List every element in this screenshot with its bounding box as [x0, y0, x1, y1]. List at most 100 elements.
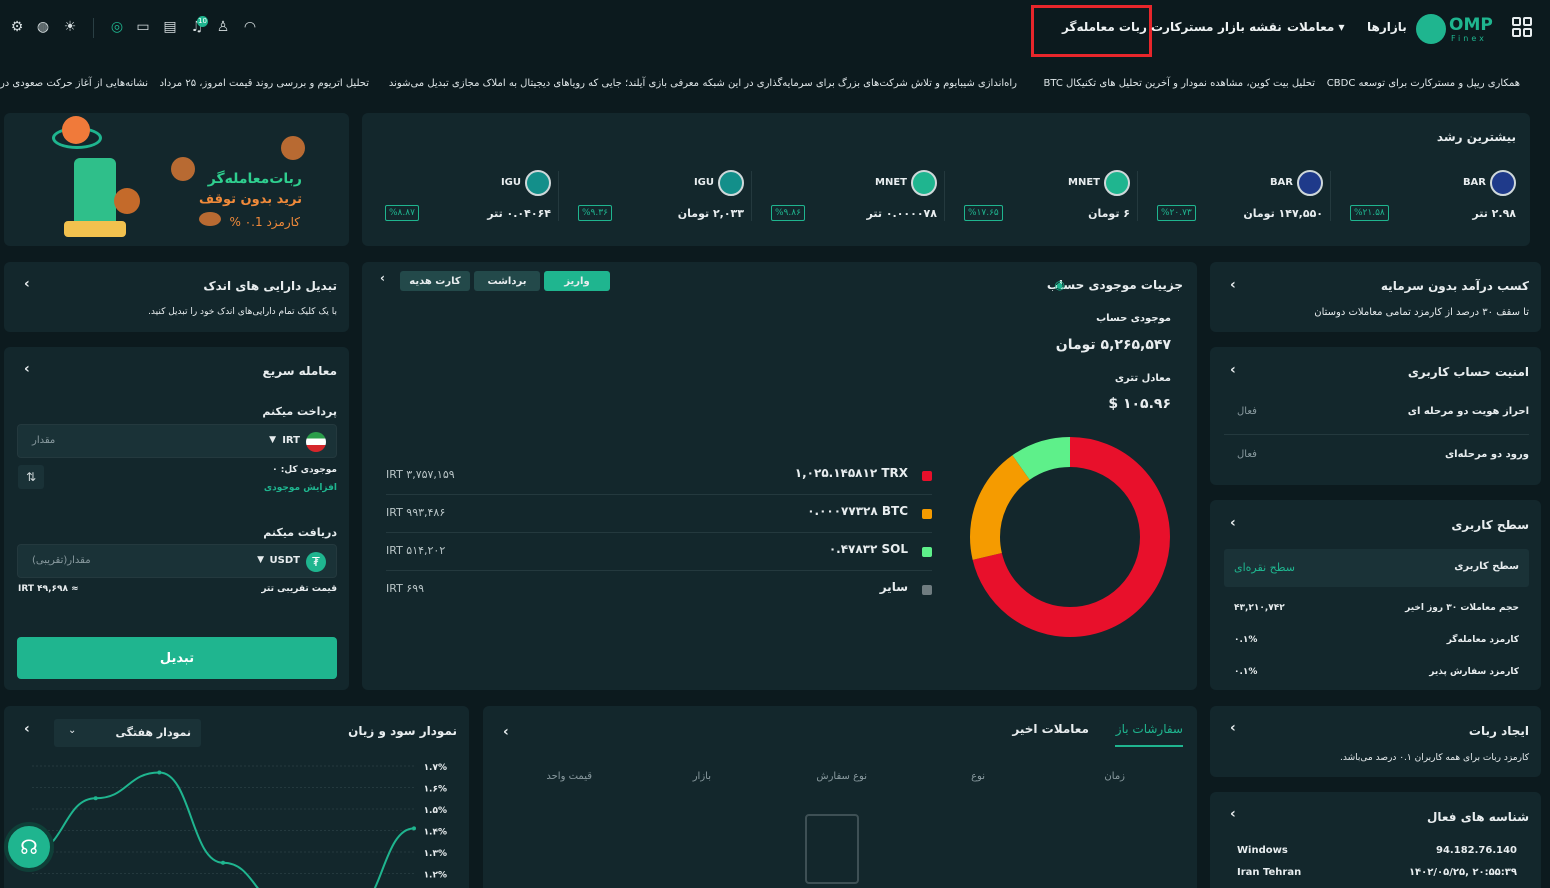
ticker-item[interactable]: همکاری ریپل و مسترکارت برای توسعه CBDC: [1327, 78, 1520, 89]
chevron-left-icon[interactable]: ‹: [24, 361, 30, 377]
create-robot-card[interactable]: ایجاد ربات کارمزد ربات برای همه کاربران …: [1210, 706, 1541, 777]
session-location: Iran Tehran: [1237, 867, 1302, 878]
tab-gift-card[interactable]: کارت هدیه: [400, 271, 470, 291]
tab-deposit[interactable]: واریز: [544, 271, 610, 291]
asset-row: IRT ۳,۷۵۷,۱۵۹ ۱,۰۲۵.۱۴۵۸۱۲ TRX: [386, 462, 932, 492]
chevron-down-icon[interactable]: ▼: [257, 555, 264, 565]
growth-item[interactable]: BAR ۱۴۷,۵۵۰ تومان %۲۰.۷۳: [1143, 165, 1323, 225]
iran-flag-icon: [306, 432, 326, 452]
receive-currency[interactable]: USDT: [270, 555, 300, 566]
growth-item[interactable]: IGU ۰.۰۴۰۶۴ تتر %۸.۸۷: [371, 165, 551, 225]
asset-amount: ۰.۴۷۸۳۲ SOL: [828, 542, 908, 556]
coin-icon: [718, 170, 744, 196]
col-market: بازار: [692, 771, 711, 782]
growth-item[interactable]: MNET ۰.۰۰۰۰۷۸ تتر %۹.۸۶: [757, 165, 937, 225]
nav-market-map[interactable]: نقشه بازار: [1218, 20, 1282, 34]
nav-robot[interactable]: ربات معامله‌گر: [1062, 20, 1147, 34]
ticker-item[interactable]: تحلیل اتریوم و بررسی روند قیمت امروز، ۲۵…: [160, 78, 369, 89]
nav-trades[interactable]: ▾ معاملات: [1287, 20, 1345, 34]
headset-icon[interactable]: ◠: [241, 18, 259, 36]
wallet-icon[interactable]: ▭: [134, 18, 152, 36]
user-level-card: سطح کاربری ‹ سطح کاربری سطح نقره‌ای حجم …: [1210, 500, 1541, 690]
growth-symbol: IGU: [500, 177, 521, 188]
security-login-status: فعال: [1237, 449, 1257, 460]
active-sessions-title: شناسه های فعال: [1426, 810, 1529, 824]
chevron-left-icon[interactable]: ‹: [1230, 806, 1236, 822]
tab-open-orders[interactable]: سفارشات باز: [1116, 722, 1183, 736]
pnl-point[interactable]: [221, 860, 225, 865]
coin-decoration-icon: [199, 212, 221, 226]
news-ticker: همکاری ریپل و مسترکارت برای توسعه CBDC ت…: [0, 72, 1550, 98]
divider: [1330, 171, 1331, 221]
nav-markets[interactable]: بازارها: [1367, 20, 1407, 34]
passive-income-card[interactable]: کسب درآمد بدون سرمایه تا سقف ۳۰ درصد از …: [1210, 262, 1541, 332]
balance-card: جزییات موجودی حساب ◉ واریز برداشت کارت ه…: [362, 262, 1197, 690]
receive-amount-input[interactable]: مقدار(تقریبی) ₮ USDT ▼: [17, 544, 337, 578]
asset-color-dot: [922, 547, 932, 557]
ticker-item[interactable]: معرفی بازی آیلند؛ جایی که رویاهای دیجیتا…: [389, 78, 699, 89]
ticker-item[interactable]: تحلیل بیت کوین، مشاهده نمودار و آخرین تح…: [1043, 78, 1315, 89]
pay-label: پرداخت میکنم: [262, 405, 337, 418]
asset-amount: ۱,۰۲۵.۱۴۵۸۱۲ TRX: [794, 466, 908, 480]
divider: [386, 532, 932, 533]
chevron-left-icon[interactable]: ‹: [380, 271, 385, 285]
chevron-left-icon[interactable]: ‹: [503, 724, 509, 740]
price-value: ≈ ۴۹,۶۹۸ IRT: [18, 584, 79, 594]
logo-sub: Finex: [1451, 34, 1487, 43]
top-growth-card: بیشترین رشد BAR ۲.۹۸ تتر %۲۱.۵۸ BAR ۱۴۷,۵۵۰ …: [362, 113, 1530, 246]
growth-item[interactable]: BAR ۲.۹۸ تتر %۲۱.۵۸: [1336, 165, 1516, 225]
convert-button[interactable]: تبدیل: [17, 637, 337, 679]
tab-withdraw[interactable]: برداشت: [474, 271, 540, 291]
price-label: قیمت تقریبی تتر: [261, 584, 337, 594]
growth-item[interactable]: IGU ۲,۰۳۳ تومان %۹.۳۶: [564, 165, 744, 225]
tab-recent-trades[interactable]: معاملات اخیر: [1012, 722, 1089, 736]
small-assets-card[interactable]: تبدیل دارایی های اندک با یک کلیک تمام دا…: [4, 262, 349, 332]
pay-placeholder: مقدار: [32, 435, 56, 446]
pay-currency[interactable]: IRT: [282, 435, 300, 446]
chevron-left-icon[interactable]: ‹: [1230, 720, 1236, 736]
quick-trade-title: معامله سریع: [262, 364, 337, 378]
coin-icon[interactable]: ◎: [108, 18, 126, 36]
pnl-point[interactable]: [157, 770, 162, 775]
col-time: زمان: [1104, 771, 1125, 782]
asset-irt: IRT ۵۱۴,۲۰۲: [386, 544, 446, 557]
pnl-point[interactable]: [93, 796, 98, 801]
nav-contract[interactable]: مسترکارت: [1151, 20, 1213, 34]
ticker-item[interactable]: راه‌اندازی شیبایوم و تلاش شرکت‌های بزرگ …: [702, 78, 1017, 89]
chevron-left-icon[interactable]: ‹: [24, 276, 30, 292]
receipt-icon[interactable]: ▤: [161, 18, 179, 36]
chevron-left-icon[interactable]: ‹: [1230, 515, 1236, 531]
eye-icon[interactable]: ◉: [1055, 278, 1065, 292]
banner-subtitle: ترید بدون توقف: [198, 192, 302, 207]
apps-grid-icon[interactable]: [1512, 17, 1532, 37]
globe-icon[interactable]: ◍: [34, 18, 52, 36]
robot-banner[interactable]: ربات‌معامله‌گر ترید بدون توقف کارمزد ۰.1…: [4, 113, 349, 246]
chevron-left-icon[interactable]: ‹: [1230, 277, 1236, 293]
coin-decoration-icon: [281, 136, 305, 160]
pnl-point[interactable]: [412, 826, 416, 831]
growth-value: ۶ تومان: [1088, 207, 1130, 220]
col-order-type: نوع سفارش: [816, 771, 867, 782]
chevron-left-icon[interactable]: ‹: [1230, 362, 1236, 378]
chevron-down-icon[interactable]: ▼: [269, 435, 276, 445]
user-icon[interactable]: ♙: [214, 18, 232, 36]
increase-balance-link[interactable]: افزایش موجودی: [264, 483, 337, 493]
top-bar: ⚙ ◍ ☀ ◎ ▭ ▤ ♫ 10 ♙ ◠ ربات معامله‌گر مستر…: [0, 0, 1550, 58]
balance-label: موجودی کل:: [280, 465, 337, 475]
ticker-item[interactable]: نشانه‌هایی از آغاز حرکت صعودی در ...: [0, 78, 148, 89]
asset-irt: IRT ۳,۷۵۷,۱۵۹: [386, 468, 455, 481]
sun-icon[interactable]: ☀: [61, 18, 79, 36]
create-robot-title: ایجاد ربات: [1468, 724, 1529, 738]
growth-symbol: BAR: [1462, 177, 1486, 188]
support-headset-icon[interactable]: ☊: [4, 822, 54, 872]
growth-item[interactable]: MNET ۶ تومان %۱۷.۶۵: [950, 165, 1130, 225]
asset-row: IRT ۵۱۴,۲۰۲ ۰.۴۷۸۳۲ SOL: [386, 538, 932, 568]
settings-icon[interactable]: ⚙: [8, 18, 26, 36]
maker-fee-value: ۰.۱%: [1234, 667, 1258, 677]
pay-amount-input[interactable]: مقدار IRT ▼: [17, 424, 337, 458]
col-unit-price: قیمت واحد: [546, 771, 592, 782]
security-2fa-status: فعال: [1237, 406, 1257, 417]
logo-text: OMP: [1449, 15, 1493, 35]
session-os: Windows: [1237, 845, 1288, 856]
swap-icon[interactable]: ⇅: [18, 465, 44, 489]
